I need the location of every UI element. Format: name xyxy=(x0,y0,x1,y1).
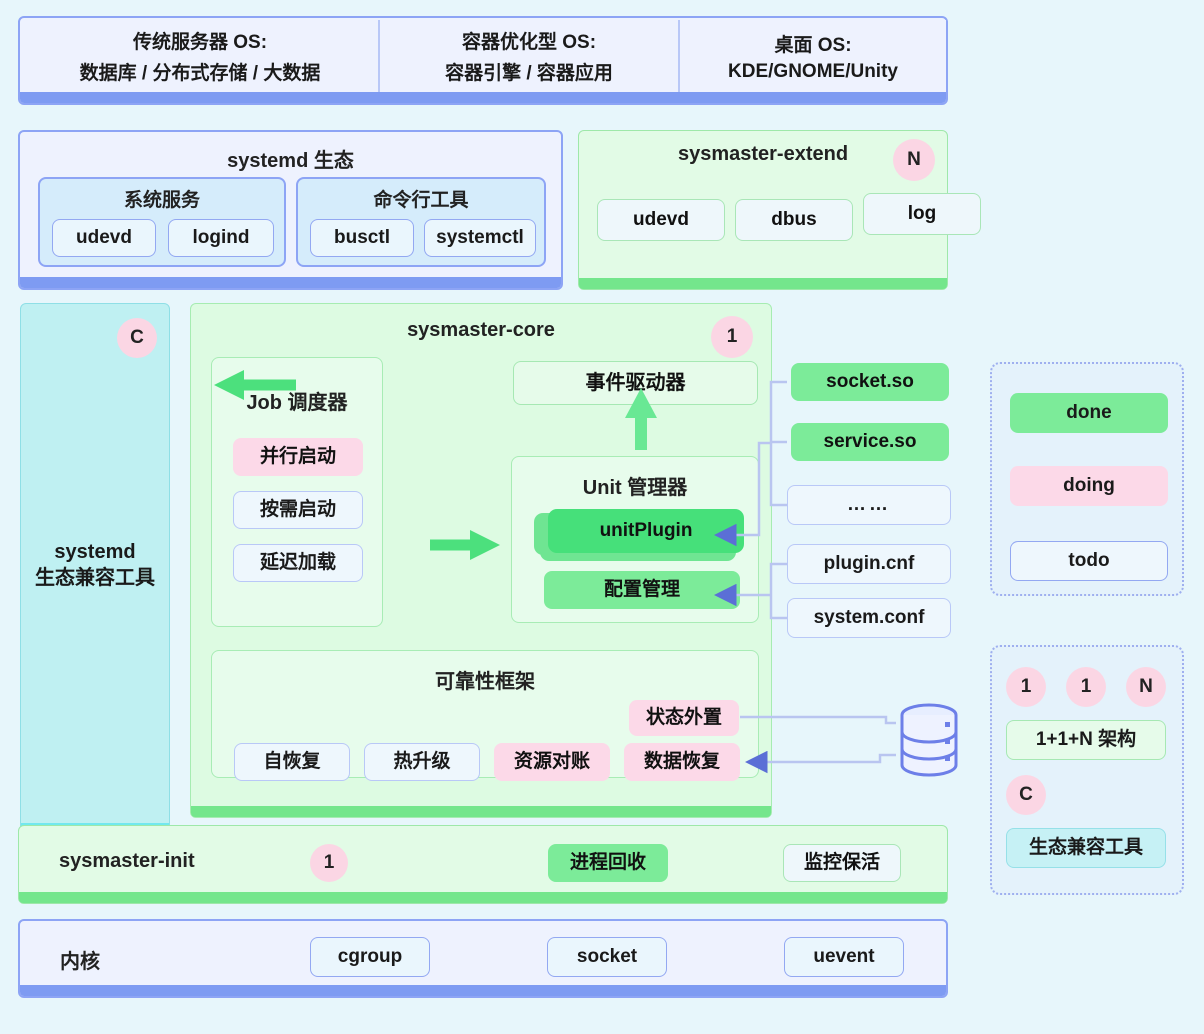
job-scheduler-title: Job 调度器 xyxy=(246,392,348,414)
os-card-subtitle: 数据库 / 分布式存储 / 大数据 xyxy=(79,63,321,84)
chip-monitor-keepalive[interactable]: 监控保活 xyxy=(783,844,901,882)
legend-arch-panel: 1 1 N 1+1+N 架构 C 生态兼容工具 xyxy=(990,645,1184,895)
reliability-box: 可靠性框架 状态外置 自恢复 热升级 资源对账 数据恢复 xyxy=(211,650,759,781)
reliability-title: 可靠性框架 xyxy=(435,671,535,693)
sysmaster-init-title: sysmaster-init xyxy=(59,850,195,872)
kernel-title: 内核 xyxy=(60,951,100,973)
chip-logind[interactable]: logind xyxy=(168,219,274,257)
chip-systemctl[interactable]: systemctl xyxy=(424,219,536,257)
legend-chip-doing: doing xyxy=(1010,466,1168,506)
sysmaster-extend-panel: sysmaster-extend N udevd dbus log xyxy=(578,130,981,290)
kernel-accent-bar xyxy=(20,985,946,996)
systemd-eco-accent-bar xyxy=(20,277,561,288)
chip-socket[interactable]: socket xyxy=(547,937,667,977)
sysmaster-extend-title: sysmaster-extend xyxy=(677,143,849,165)
unit-plugin[interactable]: unitPlugin xyxy=(548,509,744,553)
legend-chip-compat: 生态兼容工具 xyxy=(1006,828,1166,868)
chip-hot-upgrade[interactable]: 热升级 xyxy=(364,743,480,781)
database-icon xyxy=(898,702,960,778)
chip-udevd-extend[interactable]: udevd xyxy=(597,199,725,241)
chip-cgroup[interactable]: cgroup xyxy=(310,937,430,977)
group-title: 系统服务 xyxy=(123,190,200,211)
chip-plugin-cnf[interactable]: plugin.cnf xyxy=(787,544,951,584)
legend-badge-c: C xyxy=(1006,775,1046,815)
os-card-subtitle: KDE/GNOME/Unity xyxy=(728,60,898,82)
legend-chip-done: done xyxy=(1010,393,1168,433)
compat-tool-line1: systemd xyxy=(54,541,136,563)
sysmaster-init-accent-bar xyxy=(19,892,947,903)
os-card-subtitle: 容器引擎 / 容器应用 xyxy=(445,63,613,84)
sysmaster-core-panel: sysmaster-core 1 Job 调度器 并行启动 按需启动 延迟加载 … xyxy=(190,303,772,818)
chip-service-so[interactable]: service.so xyxy=(791,423,949,461)
legend-chip-todo: todo xyxy=(1010,541,1168,581)
chip-event-driver[interactable]: 事件驱动器 xyxy=(513,361,758,405)
systemd-eco-panel: systemd 生态 系统服务 udevd logind 命令行工具 busct… xyxy=(18,130,563,290)
chip-self-recover[interactable]: 自恢复 xyxy=(234,743,350,781)
job-scheduler-box: Job 调度器 并行启动 按需启动 延迟加载 xyxy=(211,357,383,627)
chip-data-recovery[interactable]: 数据恢复 xyxy=(624,743,740,781)
chip-process-reclaim[interactable]: 进程回收 xyxy=(548,844,668,882)
chip-on-demand-start[interactable]: 按需启动 xyxy=(233,491,363,529)
chip-log[interactable]: log xyxy=(863,193,981,235)
chip-state-external[interactable]: 状态外置 xyxy=(629,700,739,736)
chip-socket-so[interactable]: socket.so xyxy=(791,363,949,401)
compat-tool-panel: C systemd 生态兼容工具 xyxy=(20,303,170,835)
legend-badge-1a: 1 xyxy=(1006,667,1046,707)
sysmaster-core-title: sysmaster-core xyxy=(407,319,555,341)
os-card-container: 容器优化型 OS: 容器引擎 / 容器应用 xyxy=(380,20,680,92)
systemd-eco-group-cli: 命令行工具 busctl systemctl xyxy=(296,177,546,267)
systemd-eco-title: systemd 生态 xyxy=(227,150,354,172)
unit-manager-box: Unit 管理器 unitPlugin 配置管理 xyxy=(511,456,759,623)
unit-plugin-stack[interactable]: unitPlugin xyxy=(534,509,744,563)
kernel-panel: 内核 cgroup socket uevent xyxy=(18,919,948,998)
chip-uevent[interactable]: uevent xyxy=(784,937,904,977)
os-card-traditional: 传统服务器 OS: 数据库 / 分布式存储 / 大数据 xyxy=(22,20,380,92)
diagram-canvas: 传统服务器 OS: 数据库 / 分布式存储 / 大数据 容器优化型 OS: 容器… xyxy=(0,0,1204,1034)
systemd-eco-group-services: 系统服务 udevd logind xyxy=(38,177,286,267)
chip-resource-recon[interactable]: 资源对账 xyxy=(494,743,610,781)
chip-udevd[interactable]: udevd xyxy=(52,219,156,257)
os-card-title: 传统服务器 OS: xyxy=(132,32,268,53)
sysmaster-init-panel: sysmaster-init 1 进程回收 监控保活 xyxy=(18,825,948,904)
badge-core-1: 1 xyxy=(711,316,753,358)
legend-chip-arch: 1+1+N 架构 xyxy=(1006,720,1166,760)
chip-ellipsis[interactable]: …… xyxy=(787,485,951,525)
chip-lazy-load[interactable]: 延迟加载 xyxy=(233,544,363,582)
group-title: 命令行工具 xyxy=(373,190,469,211)
sysmaster-extend-accent-bar xyxy=(579,278,947,289)
os-layer-panel: 传统服务器 OS: 数据库 / 分布式存储 / 大数据 容器优化型 OS: 容器… xyxy=(18,16,948,105)
badge-init-1: 1 xyxy=(310,844,348,882)
unit-manager-title: Unit 管理器 xyxy=(582,477,688,499)
chip-system-conf[interactable]: system.conf xyxy=(787,598,951,638)
chip-parallel-start[interactable]: 并行启动 xyxy=(233,438,363,476)
os-card-title: 容器优化型 OS: xyxy=(461,32,597,53)
sysmaster-core-accent-bar xyxy=(191,806,771,817)
badge-n: N xyxy=(893,139,935,181)
compat-tool-line2: 生态兼容工具 xyxy=(35,567,155,589)
chip-busctl[interactable]: busctl xyxy=(310,219,414,257)
os-card-title: 桌面 OS: xyxy=(774,34,852,56)
chip-dbus[interactable]: dbus xyxy=(735,199,853,241)
chip-config-manager[interactable]: 配置管理 xyxy=(544,571,740,609)
os-layer-accent-bar xyxy=(20,92,946,103)
legend-badge-n: N xyxy=(1126,667,1166,707)
os-card-desktop: 桌面 OS: KDE/GNOME/Unity xyxy=(680,20,946,92)
compat-tool-label: systemd 生态兼容工具 xyxy=(21,539,169,591)
badge-c: C xyxy=(117,318,157,358)
legend-status-panel: done doing todo xyxy=(990,362,1184,596)
legend-badge-1b: 1 xyxy=(1066,667,1106,707)
